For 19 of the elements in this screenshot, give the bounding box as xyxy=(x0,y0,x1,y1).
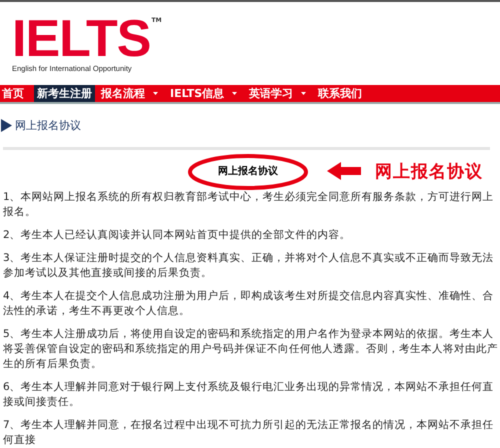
clause-text: 5、考生本人注册成功后，将使用自设定的密码和系统指定的用户名作为登录本网站的依据。考生本人将妥善保管自设定的密码和系统指定的用户号码并保证不向任何他人透露。否则，考生本人将对由此产生的所有后果负责。 xyxy=(3,327,498,372)
clause-text: 2、考生本人已经认真阅读并认同本网站首页中提供的全部文件的内容。 xyxy=(3,228,352,243)
arrow-icon xyxy=(327,162,361,180)
nav-item[interactable]: 新考生注册 xyxy=(34,85,95,102)
nav-item[interactable]: 联系我们 xyxy=(316,85,368,102)
annotation-label: 网上报名协议 xyxy=(375,160,483,182)
clause-text: 7、考生本人理解并同意，在报名过程中出现不可抗力所引起的无法正常报名的情况，本网站不承担任何直接 xyxy=(3,418,495,448)
clause-text: 4、考生本人在提交个人信息成功注册为用户后，即构成该考生对所提交信息内容真实性、准确性、合法性的承诺，考生不再更改个人信息。 xyxy=(3,289,495,319)
clause-text: 1、本网站网上报名系统的所有权归教育部考试中心，考生必须完全同意所有服务条款，方可进行网上报名。 xyxy=(3,190,495,220)
logo-wordmark: IELTS xyxy=(12,17,150,61)
triangle-icon xyxy=(1,119,12,132)
nav-item[interactable]: 报名流程 xyxy=(99,85,164,102)
clause-text: 6、考生本人理解并同意对于银行网上支付系统及银行电汇业务出现的异常情况，本网站不承担任何直接或间接责任。 xyxy=(3,380,495,410)
agreement-title: 网上报名协议 xyxy=(217,164,279,178)
nav-item[interactable]: IELTS信息 xyxy=(168,85,244,102)
nav-item[interactable]: 首页 xyxy=(0,85,30,102)
section-heading: 网上报名协议 xyxy=(15,118,81,133)
nav-item[interactable]: 英语学习 xyxy=(247,85,312,102)
clause-text: 3、考生本人保证注册时提交的个人信息资料真实、正确，并将对个人信息不真实或不正确而导致无法参加考试以及其他直接或间接的后果负责。 xyxy=(3,251,495,281)
